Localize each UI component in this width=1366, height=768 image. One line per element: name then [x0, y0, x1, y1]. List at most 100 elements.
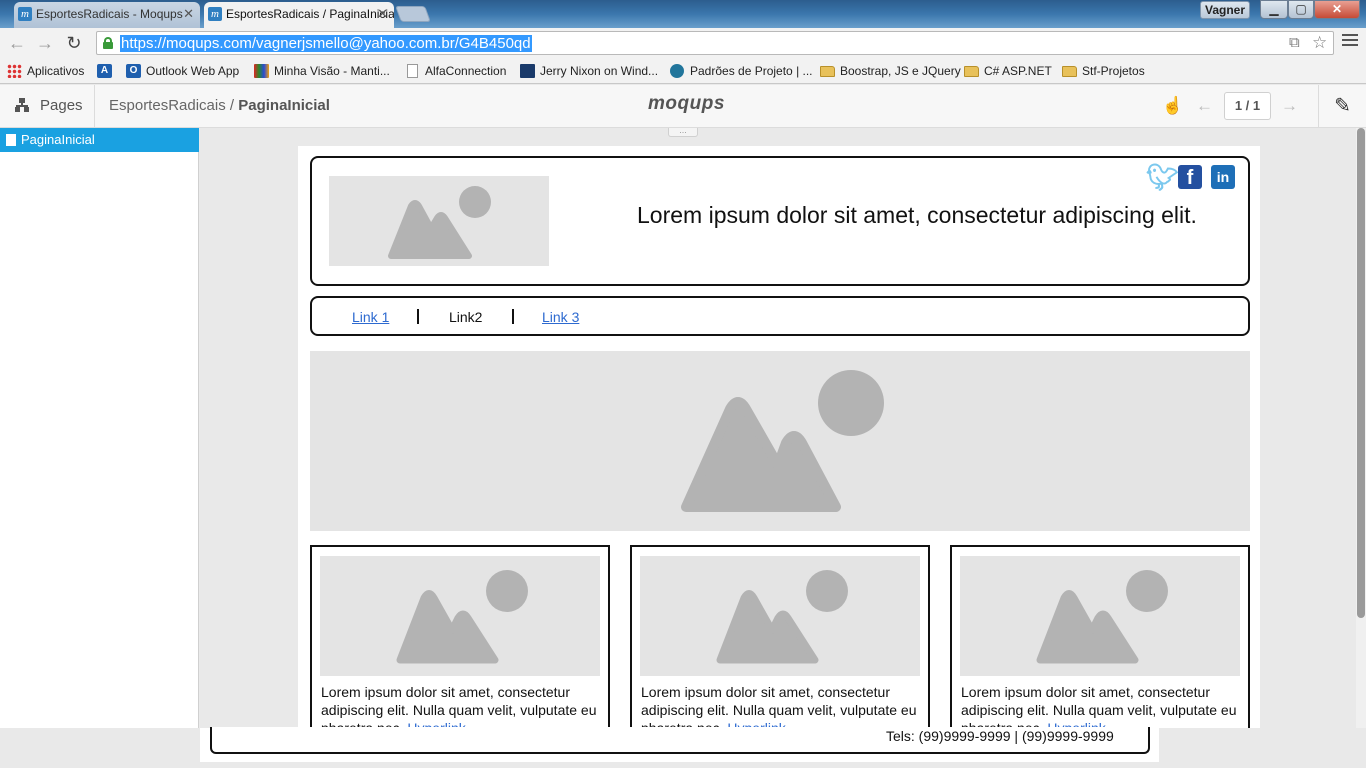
image-placeholder-icon	[1036, 570, 1168, 664]
card-image-placeholder[interactable]	[320, 556, 600, 676]
back-button[interactable]: ←	[6, 33, 28, 53]
maximize-button[interactable]: ▢	[1288, 0, 1314, 19]
close-tab-icon[interactable]: ✕	[183, 2, 194, 26]
breadcrumb-project[interactable]: EsportesRadicais /	[109, 97, 234, 114]
profile-button[interactable]: Vagner	[1200, 1, 1250, 19]
chrome-menu-icon[interactable]	[1342, 34, 1358, 48]
twitter-icon[interactable]: 🐦︎	[1146, 164, 1179, 190]
bookmark-mantis[interactable]: Minha Visão - Manti...	[254, 62, 390, 80]
folder-icon	[820, 66, 835, 77]
bookmark-folder-csharp[interactable]: C# ASP.NET	[964, 62, 1052, 80]
canvas-scrollbar[interactable]	[1356, 128, 1366, 728]
sidebar-item-paginainicial[interactable]: PaginaInicial	[0, 128, 199, 152]
translate-icon: A	[97, 64, 112, 78]
image-placeholder-icon	[388, 186, 491, 259]
translate-page-icon[interactable]: ⧉	[1289, 35, 1300, 51]
wordpress-icon	[670, 64, 684, 78]
canvas-area[interactable]: ... 🐦︎ f in Lorem ipsum dolor sit amet, …	[200, 128, 1356, 728]
bookmark-star-icon[interactable]: ☆	[1312, 34, 1327, 51]
footer-phones: Tels: (99)9999-9999 | (99)9999-9999	[886, 728, 1114, 744]
url-text[interactable]: https://moqups.com/vagnerjsmello@yahoo.c…	[120, 35, 532, 52]
sitemap-icon	[15, 98, 29, 112]
header-text: Lorem ipsum dolor sit amet, consectetur …	[637, 202, 1197, 228]
bookmark-aplicativos[interactable]: Aplicativos	[7, 62, 84, 80]
browser-toolbar: ← → ↻ https://moqups.com/vagnerjsmello@y…	[0, 28, 1366, 58]
pages-sidebar: PaginaInicial	[0, 128, 199, 728]
breadcrumb: EsportesRadicais / PaginaInicial	[109, 85, 330, 127]
bookmarks-bar: Aplicativos A O Outlook Web App Minha Vi…	[0, 58, 1366, 84]
logo-image-placeholder[interactable]	[329, 176, 549, 266]
facebook-icon[interactable]: f	[1178, 165, 1202, 189]
bookmark-label: Padrões de Projeto | ...	[690, 64, 813, 78]
image-placeholder-icon	[681, 370, 884, 512]
card-text: Lorem ipsum dolor sit amet, consectetur …	[961, 683, 1241, 728]
moqups-favicon-icon: m	[18, 7, 32, 21]
tab-paginainicial[interactable]: m EsportesRadicais / PaginaInicial ✕	[204, 2, 394, 28]
banner-image-placeholder[interactable]	[310, 351, 1250, 531]
next-page-icon[interactable]: →	[1281, 96, 1298, 116]
bookmark-label: Outlook Web App	[146, 64, 240, 78]
bookmark-folder-stf-projetos[interactable]: Stf-Projetos	[1062, 62, 1145, 80]
moqups-favicon-icon: m	[208, 7, 222, 21]
minimize-button[interactable]: ▁	[1260, 0, 1288, 19]
address-bar[interactable]: https://moqups.com/vagnerjsmello@yahoo.c…	[96, 31, 1334, 55]
mantis-icon	[254, 64, 269, 78]
previous-page-icon[interactable]: ←	[1196, 96, 1213, 116]
bookmark-alfaconnection[interactable]: AlfaConnection	[405, 62, 506, 80]
bookmark-folder-bootstrap[interactable]: Boostrap, JS e JQuery	[820, 62, 961, 80]
edit-pencil-icon[interactable]: ✎	[1318, 85, 1366, 127]
browser-titlebar: m EsportesRadicais - Moqups ✕ m Esportes…	[0, 0, 1366, 28]
window-close-button[interactable]: ✕	[1314, 0, 1360, 19]
interaction-hand-icon[interactable]: ☝	[1162, 96, 1183, 116]
folder-icon	[1062, 66, 1077, 77]
content-card[interactable]: Lorem ipsum dolor sit amet, consectetur …	[950, 545, 1250, 728]
card-text: Lorem ipsum dolor sit amet, consectetur …	[321, 683, 601, 728]
pages-panel-button[interactable]: Pages	[0, 85, 95, 127]
forward-button[interactable]: →	[34, 33, 56, 53]
scrollbar-thumb[interactable]	[1357, 128, 1365, 618]
tab-title: EsportesRadicais / PaginaInicial	[226, 7, 394, 21]
image-placeholder-icon	[396, 570, 528, 664]
nav-link-3[interactable]: Link 3	[542, 309, 579, 325]
nav-link-1[interactable]: Link 1	[352, 309, 389, 325]
bookmark-label: AlfaConnection	[425, 64, 507, 78]
nav-separator	[417, 309, 419, 324]
page-counter: 1 / 1	[1224, 92, 1271, 120]
tab-esportesradicais-moqups[interactable]: m EsportesRadicais - Moqups ✕	[14, 2, 200, 28]
breadcrumb-page: PaginaInicial	[238, 97, 330, 114]
blog-icon	[520, 64, 535, 78]
new-tab-button[interactable]	[395, 6, 431, 22]
content-card[interactable]: Lorem ipsum dolor sit amet, consectetur …	[630, 545, 930, 728]
mockup-page: 🐦︎ f in Lorem ipsum dolor sit amet, cons…	[298, 146, 1260, 728]
app-header: Pages EsportesRadicais / PaginaInicial m…	[0, 85, 1366, 128]
bookmark-jerry-nixon[interactable]: Jerry Nixon on Wind...	[520, 62, 658, 80]
bookmark-label: Jerry Nixon on Wind...	[540, 64, 659, 78]
image-placeholder-icon	[716, 570, 848, 664]
reload-button[interactable]: ↻	[63, 33, 85, 53]
header-box[interactable]: 🐦︎ f in Lorem ipsum dolor sit amet, cons…	[310, 156, 1250, 286]
nav-box: Link 1 Link2 Link 3	[310, 296, 1250, 336]
bookmark-label: C# ASP.NET	[984, 64, 1052, 78]
close-tab-icon[interactable]: ✕	[377, 2, 388, 26]
bookmark-label: Aplicativos	[27, 64, 85, 78]
bookmark-translate[interactable]: A	[97, 62, 112, 80]
card-image-placeholder[interactable]	[960, 556, 1240, 676]
content-card[interactable]: Lorem ipsum dolor sit amet, consectetur …	[310, 545, 610, 728]
page-item-label: PaginaInicial	[21, 132, 95, 147]
nav-link-2[interactable]: Link2	[449, 309, 482, 325]
footer-box[interactable]: Tels: (99)9999-9999 | (99)9999-9999	[210, 727, 1150, 754]
nav-separator	[512, 309, 514, 324]
canvas-resize-handle[interactable]: ...	[668, 128, 698, 137]
card-image-placeholder[interactable]	[640, 556, 920, 676]
bookmark-label: Boostrap, JS e JQuery	[840, 64, 961, 78]
folder-icon	[964, 66, 979, 77]
moqups-logo: moqups	[648, 93, 725, 114]
lock-icon	[103, 37, 113, 49]
document-icon	[6, 134, 16, 146]
card-text: Lorem ipsum dolor sit amet, consectetur …	[641, 683, 921, 728]
page-icon	[407, 64, 418, 78]
bookmark-padroes-de-projeto[interactable]: Padrões de Projeto | ...	[670, 62, 813, 80]
tab-title: EsportesRadicais - Moqups	[36, 7, 183, 21]
linkedin-icon[interactable]: in	[1211, 165, 1235, 189]
bookmark-outlook[interactable]: O Outlook Web App	[126, 62, 239, 80]
